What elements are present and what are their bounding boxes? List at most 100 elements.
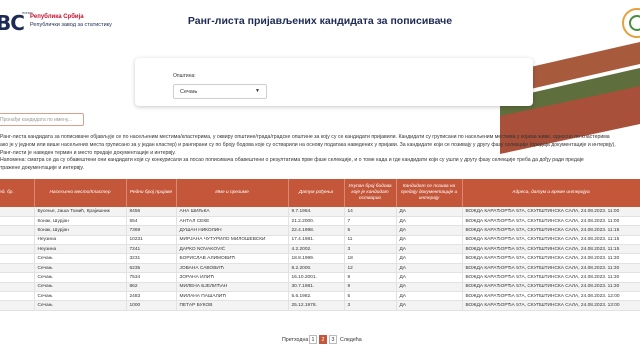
pagination-page-active[interactable]: 2	[319, 335, 327, 344]
table-cell: Сечањ	[34, 272, 127, 283]
col-header: Име и презиме	[176, 179, 289, 207]
intro-line: ако је у једном или више насељених места…	[0, 142, 616, 148]
table-cell: 22.4.1998.	[288, 225, 345, 236]
table-cell: ДА	[396, 216, 463, 227]
table-cell: ВОЖДА КАРАЂОРЂА 57А, СКУПШТИНСКА САЛА, 2…	[462, 216, 640, 227]
table-cell	[0, 263, 35, 274]
table-cell: 30.7.1981.	[288, 282, 345, 293]
table-cell: ВОЖДА КАРАЂОРЂА 57А, СКУПШТИНСКА САЛА, 2…	[462, 263, 640, 274]
table-cell: ДА	[396, 244, 463, 255]
table-cell: 9	[344, 282, 397, 293]
table-cell: 17.4.1981.	[288, 235, 345, 246]
table-cell: МИЛАНА ПАШАЛИЋ	[176, 291, 289, 302]
pagination-page[interactable]: 3	[329, 335, 337, 344]
intro-line: Ранг-листа кандидата за пописиваче објав…	[0, 134, 610, 140]
filter-card: Општина: Сечањ ▼	[135, 58, 533, 106]
table-cell: ДА	[396, 300, 463, 311]
table-header-row: Ред. бр. Насељено место/Кластер Редни бр…	[0, 179, 640, 207]
pagination-page[interactable]: 1	[309, 335, 317, 344]
table-cell: 9.7.1984.	[288, 207, 345, 217]
table-row: Сечањ 7534 ЗОРАНА ИЛИЋ 16.10.2001. 9 ДА ВОЖДА …	[0, 272, 640, 283]
table-row: Бусење, Јаша Томић, Крајишник 8456 АНА ШИЉ…	[0, 207, 640, 217]
table-cell: 16.10.2001.	[288, 272, 345, 283]
table-cell: ВОЖДА КАРАЂОРЂА 57А, СКУПШТИНСКА САЛА, 2…	[462, 225, 640, 236]
chevron-down-icon: ▼	[255, 88, 260, 94]
table-cell: 554	[126, 216, 177, 227]
table-cell: ЗОРАНА ИЛИЋ	[176, 272, 289, 283]
table-cell: ВОЖДА КАРАЂОРЂА 57А, СКУПШТИНСКА САЛА, 2…	[462, 282, 640, 293]
table-cell	[0, 207, 35, 217]
table-cell: Сечањ	[34, 291, 127, 302]
col-header: Кандидат се позива на предају документац…	[396, 179, 463, 207]
table-row: Неузина 10231 МИРЈАНА ЧУТУРИЛО МИЛОШЕВСКИ 1…	[0, 235, 640, 246]
table-cell: 5	[344, 291, 397, 302]
table-cell: ДА	[396, 253, 463, 264]
table-cell: МИЛЕНА БЈЕЛИЋАН	[176, 282, 289, 293]
table-cell: ДУШАН НИКОЛИН	[176, 225, 289, 236]
col-header: Редни број пријаве	[126, 179, 177, 207]
table-cell: ВОЖДА КАРАЂОРЂА 57А, СКУПШТИНСКА САЛА, 2…	[462, 253, 640, 264]
table-cell	[0, 291, 35, 302]
table-row: Сечањ 862 МИЛЕНА БЈЕЛИЋАН 30.7.1981. 9 ДА ВОЖД…	[0, 282, 640, 293]
table-cell: 12	[344, 263, 397, 274]
table-cell: 5.6.1982.	[288, 291, 345, 302]
table-cell: 8.2.2000.	[288, 263, 345, 274]
table-cell: Сечањ	[34, 253, 127, 264]
table-cell: 1000	[126, 300, 177, 311]
table-cell: 18.8.1999.	[288, 253, 345, 264]
table-row: Конак, Шурјан 7369 ДУШАН НИКОЛИН 22.4.1998.…	[0, 225, 640, 236]
table-cell	[0, 235, 35, 246]
candidates-table: Ред. бр. Насељено место/Кластер Редни бр…	[0, 179, 640, 311]
pagination-next[interactable]: Следећа	[340, 337, 362, 343]
table-cell: ВОЖДА КАРАЂОРЂА 57А, СКУПШТИНСКА САЛА, 2…	[462, 207, 640, 217]
table-cell: 9	[344, 272, 397, 283]
table-cell	[0, 282, 35, 293]
table-cell: АНТАЛ СЕКЕ	[176, 216, 289, 227]
pagination-prev[interactable]: Претходна	[282, 337, 308, 343]
table-cell: ВОЖДА КАРАЂОРЂА 57А, СКУПШТИНСКА САЛА, 2…	[462, 291, 640, 302]
col-header: Адреса, датум и време интервјуа	[462, 179, 640, 207]
table-cell: 7	[344, 216, 397, 227]
table-cell: 862	[126, 282, 177, 293]
table-cell: 21.2.2000.	[288, 216, 345, 227]
table-cell: 7369	[126, 225, 177, 236]
table-cell: ДА	[396, 282, 463, 293]
table-cell: ВОЖДА КАРАЂОРЂА 57А, СКУПШТИНСКА САЛА, 2…	[462, 300, 640, 311]
table-cell: ВОЖДА КАРАЂОРЂА 57А, СКУПШТИНСКА САЛА, 2…	[462, 272, 640, 283]
table-row: Конак, Шурјан 554 АНТАЛ СЕКЕ 21.2.2000. 7 ДА В…	[0, 216, 640, 227]
note-paragraph: Напомена: сматра се да су обавештени они…	[0, 156, 640, 172]
table-cell: Неузина	[34, 235, 127, 246]
table-cell	[0, 253, 35, 264]
table-cell: 7241	[126, 244, 177, 255]
table-row: Сечањ 1000 ПЕТАР БУКОВ 25.12.1978. 3 ДА ВОЖДА …	[0, 300, 640, 311]
table-cell: 3	[344, 244, 397, 255]
table-cell	[0, 216, 35, 227]
table-cell: Конак, Шурјан	[34, 216, 127, 227]
pagination: Претходна 1 2 3 Следећа	[0, 334, 640, 346]
table-cell: 8456	[126, 207, 177, 217]
table-cell: ЈОВАНА САВОВИЋ	[176, 263, 289, 274]
table-cell: ДА	[396, 235, 463, 246]
table-cell	[0, 225, 35, 236]
table-cell: 7534	[126, 272, 177, 283]
table-cell: БОРИСЛАВ АЛИМОВИЋ	[176, 253, 289, 264]
table-cell	[0, 244, 35, 255]
table-cell: ДА	[396, 225, 463, 236]
municipality-select[interactable]: Сечањ ▼	[173, 84, 267, 99]
table-cell: Сечањ	[34, 263, 127, 274]
table-cell: 10231	[126, 235, 177, 246]
table-cell: ВОЖДА КАРАЂОРЂА 57А, СКУПШТИНСКА САЛА, 2…	[462, 235, 640, 246]
table-row: Сечањ 6235 ЈОВАНА САВОВИЋ 8.2.2000. 12 ДА ВОЖД…	[0, 263, 640, 274]
table-cell: Сечањ	[34, 300, 127, 311]
table-cell: 14	[344, 207, 397, 217]
intro-paragraph: Ранг-листа кандидата за пописиваче објав…	[0, 133, 640, 157]
table-cell: Неузина	[34, 244, 127, 255]
note-line: Напомена: сматра се да су обавештени они…	[0, 157, 584, 163]
table-cell: Бусење, Јаша Томић, Крајишник	[34, 207, 127, 217]
table-cell	[0, 272, 35, 283]
table-row: Сечањ 2483 МИЛАНА ПАШАЛИЋ 5.6.1982. 5 ДА ВОЖДА…	[0, 291, 640, 302]
table-cell: 3	[344, 300, 397, 311]
candidate-search-input[interactable]: Пронађи кандидата по имену...	[0, 113, 84, 126]
table-cell: 18	[344, 253, 397, 264]
col-header: Укупан број бодова које је кандидат оств…	[344, 179, 397, 207]
